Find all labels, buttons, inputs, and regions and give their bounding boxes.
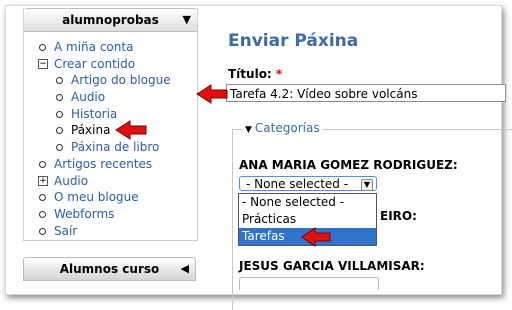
bullet-icon <box>56 144 63 152</box>
categories-legend-text: Categorías <box>254 121 320 135</box>
collapse-down-icon[interactable]: ▼ <box>183 9 191 31</box>
bullet-icon <box>39 210 46 218</box>
bullet-icon <box>56 127 63 135</box>
sidebar-item[interactable]: A miña conta <box>24 39 197 56</box>
bullet-icon <box>56 110 63 118</box>
chevron-down-icon: ▼ <box>361 179 373 191</box>
collapse-left-icon[interactable]: ◀ <box>181 258 189 280</box>
pointer-arrow-icon <box>196 84 228 104</box>
pointer-arrow-icon <box>115 120 147 140</box>
category-select-value: - None selected - <box>246 177 349 191</box>
user-menu-list: A miña conta − Crear contido Artigo do blog… <box>24 39 197 239</box>
sidebar-item[interactable]: Artigos recentes <box>24 156 197 173</box>
pointer-arrow-icon <box>301 227 331 247</box>
category-select-jesus[interactable] <box>239 277 379 290</box>
user-block-title: alumnoprobas <box>62 13 159 27</box>
sidebar-item-label[interactable]: Páxina de libro <box>71 140 159 154</box>
sidebar-item-label[interactable]: Audio <box>54 174 88 188</box>
bullet-icon <box>39 227 46 235</box>
sidebar-item[interactable]: Webforms <box>24 206 197 223</box>
sidebar-item-label[interactable]: Artigo do blogue <box>71 73 171 87</box>
user-menu-block: alumnoprobas ▼ A miña conta − Crear contid… <box>23 8 198 241</box>
sidebar-item[interactable]: − Crear contido <box>24 56 197 73</box>
dropdown-option-practicas[interactable]: Prácticas <box>239 211 376 228</box>
collapse-box-icon[interactable]: − <box>38 58 48 69</box>
sidebar-item[interactable]: O meu blogue <box>24 189 197 206</box>
categories-legend[interactable]: ▼ Categorías <box>243 121 322 135</box>
bullet-icon <box>56 77 63 85</box>
sidebar-item-label: Páxina <box>71 123 111 138</box>
courses-block: Alumnos curso ◀ <box>23 257 196 297</box>
sidebar-item[interactable]: Páxina de libro <box>24 139 197 156</box>
bullet-icon <box>39 160 46 168</box>
courses-block-title: Alumnos curso <box>59 262 160 276</box>
bullet-icon <box>56 94 63 102</box>
sidebar-item[interactable]: Historia <box>24 106 197 123</box>
dropdown-option-none[interactable]: - None selected - <box>239 194 376 211</box>
person-label-jesus: JESUS GARCIA VILLAMISAR: <box>239 259 425 273</box>
expand-box-icon[interactable]: + <box>38 175 48 186</box>
title-field-label: Título: * <box>228 67 282 81</box>
sidebar-item[interactable]: + Audio <box>24 173 197 190</box>
sidebar-item[interactable]: Páxina <box>24 122 197 139</box>
sidebar-item-label[interactable]: Artigos recentes <box>54 157 152 171</box>
sidebar-item[interactable]: Saír <box>24 223 197 240</box>
person-label-ana: ANA MARIA GOMEZ RODRIGUEZ: <box>239 158 458 172</box>
sidebar-item[interactable]: Audio <box>24 89 197 106</box>
sidebar-item-label[interactable]: A miña conta <box>54 40 133 54</box>
sidebar-item-label[interactable]: O meu blogue <box>54 190 139 204</box>
title-input[interactable]: Tarefa 4.2: Vídeo sobre volcáns <box>226 84 506 102</box>
expand-triangle-icon: ▼ <box>245 125 252 135</box>
bullet-icon <box>39 194 46 202</box>
courses-block-header[interactable]: Alumnos curso ◀ <box>23 257 196 281</box>
sidebar-item[interactable]: Artigo do blogue <box>24 72 197 89</box>
title-label-text: Título: <box>228 67 272 81</box>
bullet-icon <box>39 44 46 51</box>
page-title: Enviar Páxina <box>228 31 359 51</box>
category-select-ana[interactable]: - None selected - ▼ <box>239 176 377 191</box>
required-mark: * <box>275 67 283 81</box>
sidebar-item-label[interactable]: Crear contido <box>54 57 135 71</box>
user-block-header[interactable]: alumnoprobas ▼ <box>24 8 197 32</box>
sidebar-item-label[interactable]: Saír <box>54 224 77 238</box>
sidebar-item-label[interactable]: Historia <box>71 107 117 121</box>
sidebar-item-label[interactable]: Webforms <box>54 207 114 221</box>
sidebar-item-label[interactable]: Audio <box>71 90 105 104</box>
person-label-partial: EIRO: <box>380 209 417 223</box>
